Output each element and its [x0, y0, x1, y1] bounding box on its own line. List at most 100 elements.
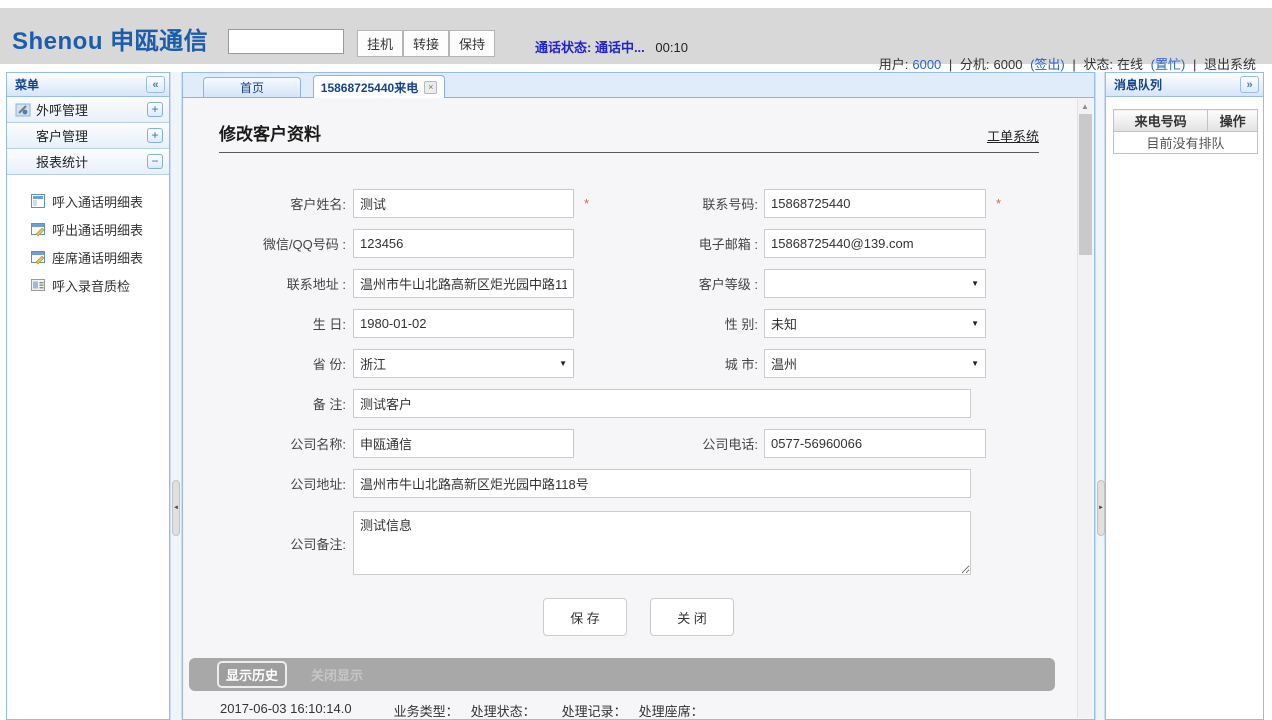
remark-field[interactable]	[353, 389, 971, 418]
customer-name-field[interactable]	[353, 189, 574, 218]
form-row: 联系地址 : 客户等级 : ▼	[183, 263, 1094, 303]
form-row: 公司名称: 公司电话:	[183, 423, 1094, 463]
form-actions: 保 存 关 闭	[183, 598, 1094, 636]
expand-group-button[interactable]: +	[147, 102, 163, 117]
expand-group-button[interactable]: +	[147, 128, 163, 143]
sidebar-item-label: 呼入通话明细表	[52, 192, 143, 211]
sidebar-item-outgoing-call-report[interactable]: 呼出通话明细表	[7, 215, 169, 243]
show-history-tab[interactable]: 显示历史	[217, 661, 287, 688]
vertical-scrollbar[interactable]: ▲	[1077, 99, 1092, 718]
close-button[interactable]: 关 闭	[650, 598, 734, 636]
customer-level-select[interactable]: ▼	[764, 269, 986, 298]
right-splitter[interactable]: ►	[1095, 72, 1105, 720]
city-select[interactable]: 温州 ▼	[764, 349, 986, 378]
transfer-button[interactable]: 转接	[403, 30, 449, 57]
topbar: Shenou 申瓯通信 挂机 转接 保持 通话状态: 通话中... 00:10 …	[0, 8, 1272, 64]
sidebar-group-label: 客户管理	[36, 126, 147, 145]
collapse-right-handle[interactable]: ►	[1097, 480, 1105, 536]
outgoing-call-report-icon	[30, 221, 46, 237]
scrollbar-thumb[interactable]	[1079, 114, 1092, 255]
hangup-button[interactable]: 挂机	[357, 30, 403, 57]
collapse-left-icon: «	[152, 79, 158, 91]
user-id-link[interactable]: 6000	[912, 57, 941, 72]
close-tab-icon[interactable]: ×	[424, 81, 437, 94]
contact-address-label: 联系地址 :	[183, 274, 346, 293]
scroll-up-icon[interactable]: ▲	[1078, 99, 1092, 114]
business-type-label: 业务类型：	[394, 701, 459, 719]
sidebar-group-label: 报表统计	[36, 152, 147, 171]
collapse-sidebar-button[interactable]: «	[146, 76, 165, 93]
company-phone-label: 公司电话:	[598, 434, 758, 453]
collapse-left-handle[interactable]: ◄	[172, 480, 180, 536]
company-address-field[interactable]	[353, 469, 971, 498]
call-timer: 00:10	[655, 40, 688, 55]
set-busy-link[interactable]: (置忙)	[1151, 57, 1186, 72]
handle-agent-label: 处理座席：	[639, 701, 704, 719]
form-row: 备 注:	[183, 383, 1094, 423]
customer-level-label: 客户等级 :	[598, 274, 758, 293]
email-label: 电子邮箱 :	[598, 234, 758, 253]
email-field[interactable]	[764, 229, 986, 258]
sidebar-group-reports[interactable]: 报表统计 −	[7, 149, 169, 175]
birthday-field[interactable]	[353, 309, 574, 338]
sidebar-item-recording-qc[interactable]: 呼入录音质检	[7, 271, 169, 299]
customer-form: 客户姓名: * 联系号码: * 微信/QQ号码 : 电子邮箱 : 联系地址 : …	[183, 183, 1094, 636]
province-select[interactable]: 浙江 ▼	[353, 349, 574, 378]
splitter-left-icon: ◄	[173, 505, 179, 511]
wechat-qq-field[interactable]	[353, 229, 574, 258]
tab-incoming-call[interactable]: 15868725440来电 ×	[313, 75, 445, 98]
company-name-label: 公司名称:	[183, 434, 346, 453]
company-name-field[interactable]	[353, 429, 574, 458]
outbound-management-icon	[15, 102, 31, 118]
status-value: 在线	[1117, 57, 1143, 72]
user-label: 用户:	[879, 57, 909, 72]
left-splitter[interactable]: ◄	[170, 72, 182, 720]
form-row: 公司地址:	[183, 463, 1094, 503]
birthday-label: 生 日:	[183, 314, 346, 333]
sidebar-group-outbound[interactable]: 外呼管理 +	[7, 97, 169, 123]
hide-history-tab[interactable]: 关闭显示	[311, 665, 363, 684]
sidebar-item-incoming-call-report[interactable]: 呼入通话明细表	[7, 187, 169, 215]
sidebar-menu-panel: 菜单 « 外呼管理 + 客户管理 + 报表统计 − 呼入通话明细表 呼出通话明细…	[6, 72, 170, 720]
city-label: 城 市:	[598, 354, 758, 373]
sidebar-group-customer[interactable]: 客户管理 +	[7, 123, 169, 149]
collapse-group-button[interactable]: −	[147, 154, 163, 169]
queue-title: 消息队列	[1114, 76, 1240, 93]
sidebar-item-agent-call-report[interactable]: 座席通话明细表	[7, 243, 169, 271]
company-phone-field[interactable]	[764, 429, 986, 458]
user-info-bar: 用户:6000 | 分机:6000 (签出) | 状态:在线 (置忙) | 退出…	[877, 54, 1258, 73]
main-content: 修改客户资料 工单系统 客户姓名: * 联系号码: * 微信/QQ号码 : 电子…	[183, 98, 1094, 719]
spacer-icon	[15, 128, 31, 144]
save-button[interactable]: 保 存	[543, 598, 627, 636]
tab-label: 首页	[240, 79, 264, 96]
sidebar-item-label: 呼入录音质检	[52, 276, 130, 295]
workorder-system-link[interactable]: 工单系统	[987, 126, 1039, 145]
select-value: 浙江	[360, 354, 386, 373]
form-row: 微信/QQ号码 : 电子邮箱 :	[183, 223, 1094, 263]
hold-button[interactable]: 保持	[449, 30, 495, 57]
queue-header: 消息队列 »	[1106, 73, 1263, 97]
gender-select[interactable]: 未知 ▼	[764, 309, 986, 338]
sign-out-link[interactable]: (签出)	[1030, 57, 1065, 72]
handle-status-label: 处理状态：	[471, 701, 536, 719]
form-row: 生 日: 性 别: 未知 ▼	[183, 303, 1094, 343]
sidebar-item-label: 座席通话明细表	[52, 248, 143, 267]
customer-name-label: 客户姓名:	[183, 194, 346, 213]
spacer-icon	[15, 154, 31, 170]
separator: |	[1193, 57, 1196, 72]
splitter-right-icon: ►	[1098, 505, 1104, 511]
tab-home[interactable]: 首页	[203, 77, 301, 97]
operation-header: 操作	[1208, 110, 1258, 132]
form-row: 省 份: 浙江 ▼ 城 市: 温州 ▼	[183, 343, 1094, 383]
company-remark-field[interactable]: 测试信息	[353, 511, 971, 575]
collapse-queue-button[interactable]: »	[1240, 76, 1259, 93]
contact-address-field[interactable]	[353, 269, 574, 298]
select-value: 未知	[771, 314, 797, 333]
dial-number-input[interactable]	[228, 29, 344, 54]
contact-number-label: 联系号码:	[598, 194, 758, 213]
logout-link[interactable]: 退出系统	[1204, 57, 1256, 72]
page-title: 修改客户资料	[219, 120, 321, 145]
caller-number-header: 来电号码	[1114, 110, 1208, 132]
form-row: 客户姓名: * 联系号码: *	[183, 183, 1094, 223]
contact-number-field[interactable]	[764, 189, 986, 218]
